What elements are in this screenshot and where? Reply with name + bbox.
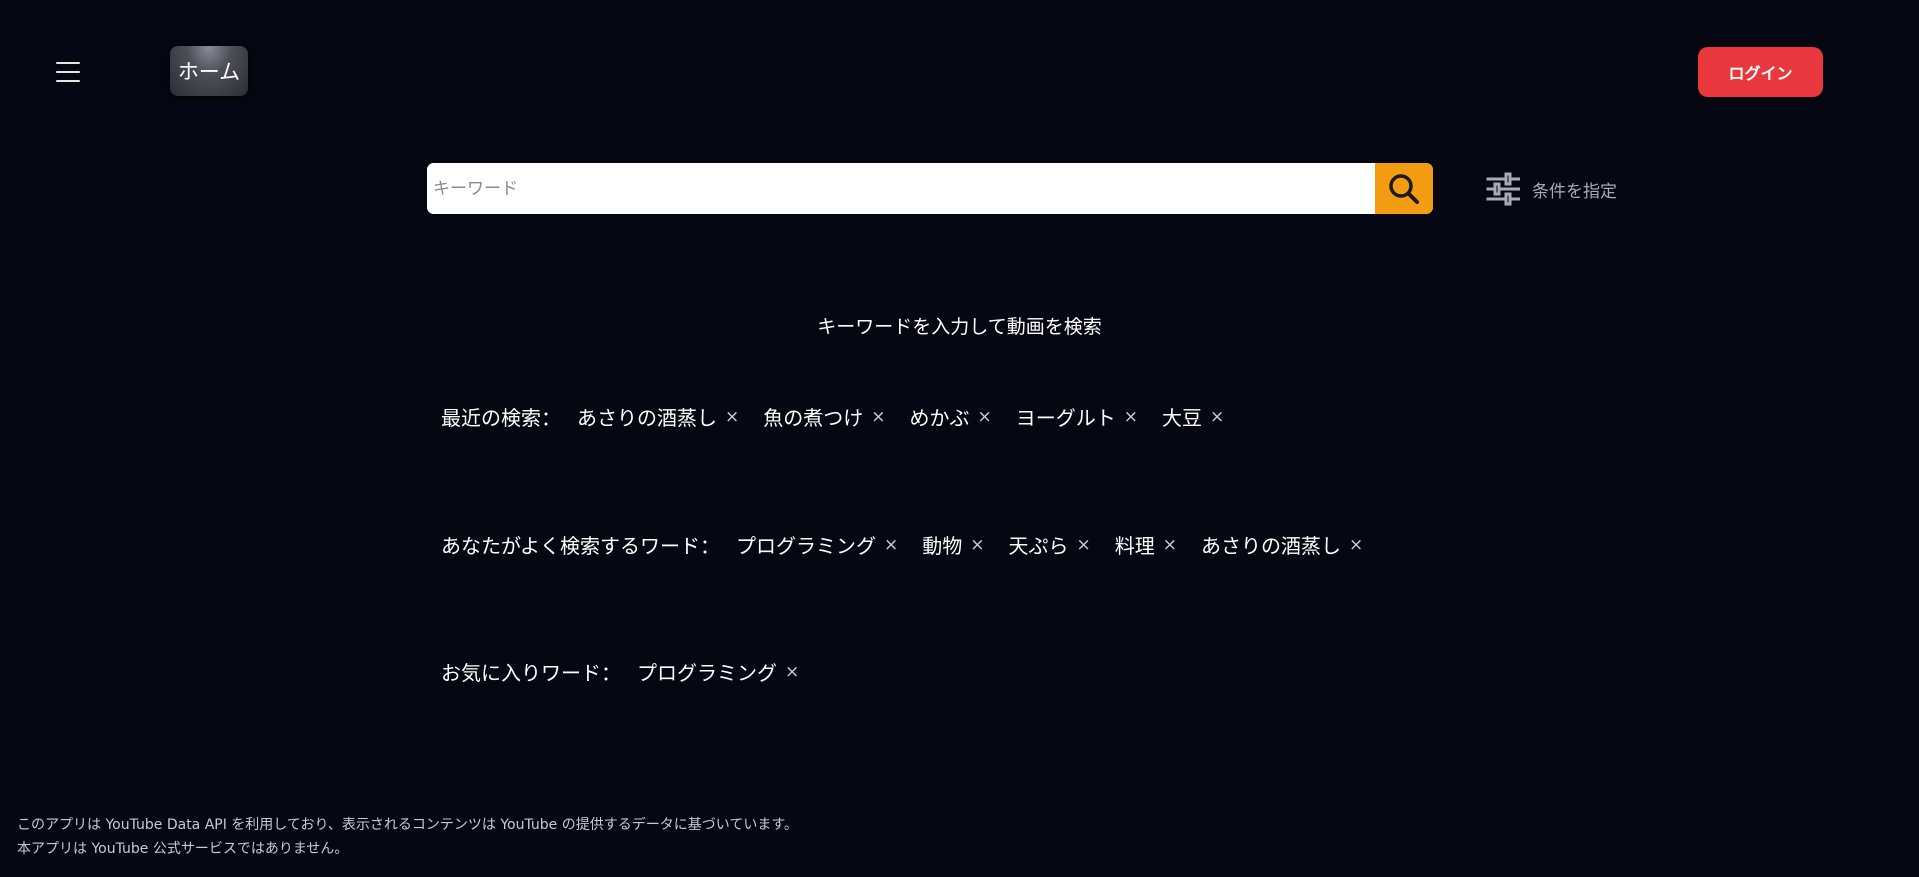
frequent-tag-label[interactable]: 料理 [1115, 530, 1155, 559]
remove-tag-button[interactable]: × [785, 662, 799, 682]
recent-searches-label: 最近の検索： [441, 406, 561, 430]
search-icon [1389, 173, 1419, 204]
remove-tag-button[interactable]: × [978, 407, 992, 427]
home-button[interactable]: ホーム [170, 46, 248, 96]
remove-tag-button[interactable]: × [1349, 535, 1363, 555]
frequent-tag-label[interactable]: 動物 [922, 530, 962, 559]
frequent-tag-label[interactable]: プログラミング [736, 530, 876, 559]
page: ホーム ログイン 条件を指定 キーワードを入力して動画を検索 [0, 0, 1919, 877]
recent-tag-label[interactable]: あさりの酒蒸し [577, 402, 717, 431]
hamburger-icon[interactable] [56, 62, 80, 82]
frequent-words: あなたがよく検索するワード： プログラミング × 動物 × 天ぷら × 料理 × あさりの酒蒸し… [441, 530, 1387, 559]
recent-tag-label[interactable]: ヨーグルト [1016, 402, 1116, 431]
search-hint: キーワードを入力して動画を検索 [817, 316, 1102, 338]
frequent-tag[interactable]: あさりの酒蒸し × [1201, 530, 1363, 559]
recent-searches: 最近の検索： あさりの酒蒸し × 魚の煮つけ × めかぶ × ヨーグルト × 大豆 × [441, 402, 1248, 431]
remove-tag-button[interactable]: × [725, 407, 739, 427]
search-button[interactable] [1375, 163, 1433, 214]
login-button[interactable]: ログイン [1698, 47, 1823, 97]
search-bar [427, 163, 1433, 214]
recent-tag[interactable]: ヨーグルト × [1016, 402, 1138, 431]
frequent-tag-label[interactable]: 天ぷら [1009, 530, 1069, 559]
footer-disclaimer: このアプリは YouTube Data API を利用しており、表示されるコンテ… [17, 813, 798, 861]
frequent-tag-label[interactable]: あさりの酒蒸し [1201, 530, 1341, 559]
search-input[interactable] [427, 163, 1375, 214]
remove-tag-button[interactable]: × [1124, 407, 1138, 427]
remove-tag-button[interactable]: × [871, 407, 885, 427]
recent-tag[interactable]: 大豆 × [1162, 402, 1224, 431]
recent-tag[interactable]: あさりの酒蒸し × [577, 402, 739, 431]
recent-tag-label[interactable]: めかぶ [910, 402, 970, 431]
remove-tag-button[interactable]: × [884, 535, 898, 555]
filter-button[interactable]: 条件を指定 [1486, 170, 1617, 208]
filter-label: 条件を指定 [1532, 181, 1617, 202]
recent-tag[interactable]: 魚の煮つけ × [763, 402, 885, 431]
frequent-tag[interactable]: 料理 × [1115, 530, 1177, 559]
remove-tag-button[interactable]: × [1163, 535, 1177, 555]
frequent-tag[interactable]: 動物 × [922, 530, 984, 559]
footer-line-1: このアプリは YouTube Data API を利用しており、表示されるコンテ… [17, 817, 798, 833]
footer-line-2: 本アプリは YouTube 公式サービスではありません。 [17, 841, 349, 857]
frequent-tag[interactable]: プログラミング × [736, 530, 898, 559]
recent-tag[interactable]: めかぶ × [910, 402, 992, 431]
frequent-words-label: あなたがよく検索するワード： [441, 534, 720, 558]
favorite-words: お気に入りワード： プログラミング × [441, 657, 823, 686]
remove-tag-button[interactable]: × [1077, 535, 1091, 555]
remove-tag-button[interactable]: × [1210, 407, 1224, 427]
frequent-tag[interactable]: 天ぷら × [1009, 530, 1091, 559]
favorites-tag-label[interactable]: プログラミング [637, 657, 777, 686]
favorites-tag[interactable]: プログラミング × [637, 657, 799, 686]
remove-tag-button[interactable]: × [970, 535, 984, 555]
recent-tag-label[interactable]: 大豆 [1162, 402, 1202, 431]
sliders-icon [1486, 172, 1520, 206]
favorite-words-label: お気に入りワード： [441, 661, 621, 685]
recent-tag-label[interactable]: 魚の煮つけ [763, 402, 863, 431]
